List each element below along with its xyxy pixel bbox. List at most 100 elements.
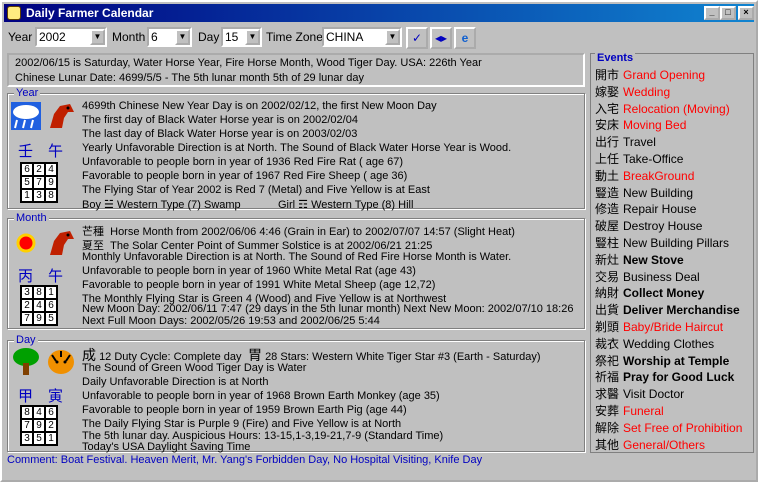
event-item[interactable]: 納財 Collect Money	[595, 284, 704, 301]
day-line: Daily Unfavorable Direction is at North	[82, 376, 269, 388]
event-item-chinese: 入宅	[595, 101, 620, 116]
year-stem-char: 壬	[18, 143, 34, 160]
year-label: Year	[8, 30, 33, 44]
event-item-label: New Building	[623, 185, 694, 200]
event-item[interactable]: 剃頭 Baby/Bride Haircut	[595, 318, 723, 335]
checkmark-icon[interactable]: ✓	[406, 27, 428, 49]
month-select[interactable]: 6 ▼	[147, 27, 192, 47]
month-label: Month	[112, 30, 146, 44]
event-item[interactable]: 祭祀 Worship at Temple	[595, 352, 729, 369]
month-line: Next Full Moon Days: 2002/05/26 19:53 an…	[82, 315, 380, 327]
event-item[interactable]: 安床 Moving Bed	[595, 116, 686, 133]
toolbar: Year 2002 ▼ Month 6 ▼ Day 15 ▼ Time Zone CH…	[4, 24, 754, 50]
event-item[interactable]: 動土 BreakGround	[595, 167, 694, 184]
internet-explorer-icon[interactable]: e	[454, 27, 476, 49]
event-item-chinese: 剃頭	[595, 320, 620, 334]
prev-next-arrows-icon[interactable]: ◂▸	[430, 27, 452, 49]
day-select[interactable]: 15 ▼	[221, 27, 262, 47]
events-title: Events	[595, 52, 636, 64]
event-item[interactable]: 祈福 Pray for Good Luck	[595, 368, 734, 385]
event-item[interactable]: 出貨 Deliver Merchandise	[595, 301, 740, 318]
event-item-chinese: 安葬	[595, 404, 620, 418]
event-item-chinese: 出行	[595, 135, 620, 150]
girl-gua-row: Girl ☶ Western Type (8) Hill	[278, 199, 414, 211]
event-item-label: BreakGround	[623, 168, 695, 183]
horse-icon	[50, 104, 74, 128]
event-item-chinese: 新灶	[595, 252, 620, 267]
boy-gua-row: Boy ☱ Western Type (7) Swamp	[82, 199, 241, 211]
event-item[interactable]: 修造 Repair House	[595, 200, 696, 217]
event-item[interactable]: 入宅 Relocation (Moving)	[595, 100, 730, 117]
event-item-label: Funeral	[623, 404, 664, 418]
minimize-button[interactable]: _	[704, 6, 720, 20]
event-item[interactable]: 其他 General/Others	[595, 436, 705, 453]
event-item-chinese: 出貨	[595, 303, 620, 318]
event-item[interactable]: 豎柱 New Building Pillars	[595, 234, 729, 251]
event-item-label: Baby/Bride Haircut	[623, 320, 724, 334]
month-line: Favorable to people born in year of 1991…	[82, 279, 436, 291]
close-button[interactable]: ×	[738, 6, 754, 20]
sun-icon	[16, 233, 36, 253]
event-item-label: Worship at Temple	[623, 353, 730, 368]
timezone-select[interactable]: CHINA ▼	[322, 27, 402, 47]
event-item[interactable]: 出行 Travel	[595, 133, 656, 150]
year-branch-char: 午	[48, 143, 64, 160]
event-item-chinese: 安床	[595, 118, 620, 133]
event-item-chinese: 祈福	[595, 370, 620, 385]
maximize-button[interactable]: □	[720, 6, 736, 20]
event-item[interactable]: 上任 Take-Office	[595, 150, 683, 167]
month-line: New Moon Day: 2002/06/11 7:47 (29 days i…	[82, 303, 574, 315]
event-item-chinese: 破屋	[595, 219, 620, 234]
event-item-chinese: 其他	[595, 437, 620, 452]
chevron-down-icon[interactable]: ▼	[175, 29, 190, 45]
year-line: The Flying Star of Year 2002 is Red 7 (M…	[82, 184, 430, 196]
summary-line-2: Chinese Lunar Date: 4699/5/5 - The 5th l…	[15, 72, 364, 84]
year-group: Year 壬 午 624 579 138 4699th Chinese New …	[7, 87, 585, 211]
year-line: Favorable to people born in year of 1967…	[82, 170, 408, 182]
horse-icon	[50, 231, 74, 255]
year-select[interactable]: 2002 ▼	[35, 27, 107, 47]
window-title: Daily Farmer Calendar	[26, 6, 154, 20]
event-item-label: Wedding	[623, 84, 671, 99]
event-item[interactable]: 嫁娶 Wedding	[595, 83, 670, 100]
year-line: 4699th Chinese New Year Day is on 2002/0…	[82, 100, 437, 112]
comment-line: Comment: Boat Festival. Heaven Merit, Mr…	[7, 454, 483, 466]
event-item[interactable]: 求醫 Visit Doctor	[595, 385, 684, 402]
event-item-chinese: 上任	[595, 152, 620, 166]
chevron-down-icon[interactable]: ▼	[90, 29, 105, 45]
event-item[interactable]: 交易 Business Deal	[595, 268, 700, 285]
event-item-chinese: 解除	[595, 420, 620, 435]
main-window: Daily Farmer Calendar _ □ × Year 2002 ▼ M…	[0, 0, 758, 482]
event-item[interactable]: 解除 Set Free of Prohibition	[595, 419, 742, 436]
tiger-icon	[48, 350, 74, 374]
day-line: Unfavorable to people born in year of 19…	[82, 390, 440, 402]
day-line: Today's USA Daylight Saving Time	[82, 441, 251, 453]
event-item-chinese: 納財	[595, 286, 620, 301]
event-item[interactable]: 安葬 Funeral	[595, 402, 664, 419]
event-item[interactable]: 破屋 Destroy House	[595, 217, 702, 234]
event-item-label: General/Others	[623, 437, 706, 452]
event-item-label: Pray for Good Luck	[623, 370, 735, 385]
rain-cloud-icon	[11, 102, 41, 130]
event-item-label: Set Free of Prohibition	[623, 420, 743, 435]
year-line: Unfavorable to people born in year of 19…	[82, 156, 404, 168]
month-flying-star-grid: 381 246 795	[20, 285, 58, 326]
year-line: Yearly Unfavorable Direction is at North…	[82, 142, 512, 154]
day-stem-char: 甲	[18, 388, 34, 405]
day-branch-char: 寅	[48, 388, 64, 405]
event-item-chinese: 裁衣	[595, 336, 620, 351]
event-item-chinese: 修造	[595, 202, 620, 217]
event-item[interactable]: 新灶 New Stove	[595, 251, 684, 268]
event-item-label: New Building Pillars	[623, 236, 730, 250]
event-item[interactable]: 豎造 New Building	[595, 184, 693, 201]
trigram-icon: ☱	[104, 199, 114, 211]
chevron-down-icon[interactable]: ▼	[245, 29, 260, 45]
month-group: Month 丙 午 381 246 795 芒種 Horse Month fro…	[7, 212, 585, 329]
event-item-chinese: 開市	[595, 68, 620, 82]
chevron-down-icon[interactable]: ▼	[385, 29, 400, 45]
month-branch-char: 午	[48, 268, 64, 285]
month-line: Unfavorable to people born in year of 19…	[82, 265, 416, 277]
event-item[interactable]: 開市 Grand Opening	[595, 66, 705, 83]
event-item[interactable]: 裁衣 Wedding Clothes	[595, 335, 714, 352]
trigram-icon: ☶	[298, 199, 309, 211]
